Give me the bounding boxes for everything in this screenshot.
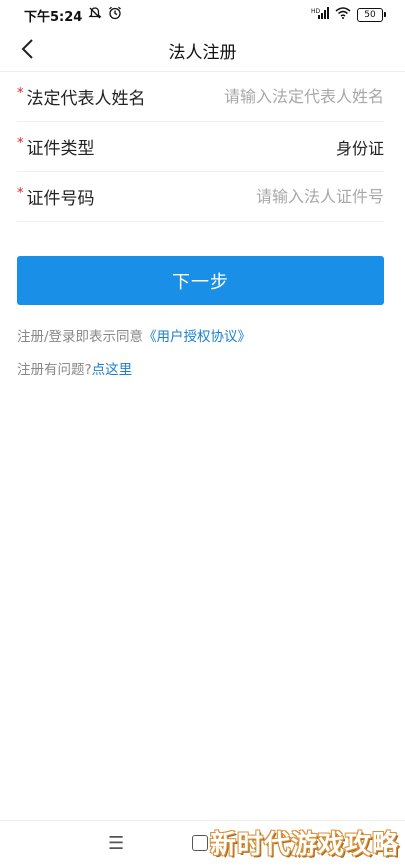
help-text: 注册有问题?点这里 [17, 358, 132, 378]
form-row-id-number: * 证件号码 [17, 172, 384, 222]
agreement-prefix: 注册/登录即表示同意 [17, 329, 144, 345]
user-agreement-link[interactable]: 《用户授权协议》 [143, 329, 251, 345]
rep-name-input[interactable] [184, 87, 384, 106]
rep-name-label: * 法定代表人姓名 [17, 84, 146, 109]
id-type-label: * 证件类型 [17, 134, 95, 159]
help-prefix: 注册有问题? [17, 362, 92, 378]
back-button[interactable] [12, 34, 42, 68]
home-icon[interactable] [192, 835, 208, 851]
required-mark: * [17, 86, 24, 101]
rep-name-label-text: 法定代表人姓名 [26, 89, 146, 109]
wifi-icon [335, 7, 351, 23]
id-number-label-text: 证件号码 [26, 189, 95, 209]
battery-level: 50 [364, 9, 376, 20]
status-time: 下午5:24 [24, 9, 83, 25]
alarm-icon [108, 6, 122, 24]
menu-icon[interactable]: ☰ [108, 833, 124, 854]
required-mark: * [17, 136, 24, 151]
status-left: 下午5:24 [24, 6, 122, 25]
nav-bar: 法人注册 [0, 30, 405, 72]
id-type-label-text: 证件类型 [26, 139, 95, 159]
id-type-select[interactable]: 身份证 [336, 135, 384, 159]
help-link[interactable]: 点这里 [92, 362, 133, 378]
agreement-text: 注册/登录即表示同意《用户授权协议》 [17, 325, 251, 345]
signal-label: HD [311, 8, 321, 15]
form-row-id-type: * 证件类型 身份证 [17, 122, 384, 172]
status-bar: 下午5:24 HD 50 [0, 0, 405, 30]
registration-form: * 法定代表人姓名 * 证件类型 身份证 * 证件号码 [17, 72, 384, 222]
id-number-input[interactable] [184, 187, 384, 206]
status-right: HD 50 [311, 7, 386, 23]
chevron-left-icon [20, 38, 34, 64]
signal-icon: HD [311, 7, 329, 23]
mute-icon [88, 6, 102, 24]
watermark: 新时代游戏攻略 [209, 830, 399, 860]
page-title: 法人注册 [168, 43, 237, 63]
form-row-rep-name: * 法定代表人姓名 [17, 72, 384, 122]
next-step-button[interactable]: 下一步 [17, 256, 384, 305]
required-mark: * [17, 186, 24, 201]
battery-icon: 50 [357, 8, 386, 22]
id-number-label: * 证件号码 [17, 184, 95, 209]
